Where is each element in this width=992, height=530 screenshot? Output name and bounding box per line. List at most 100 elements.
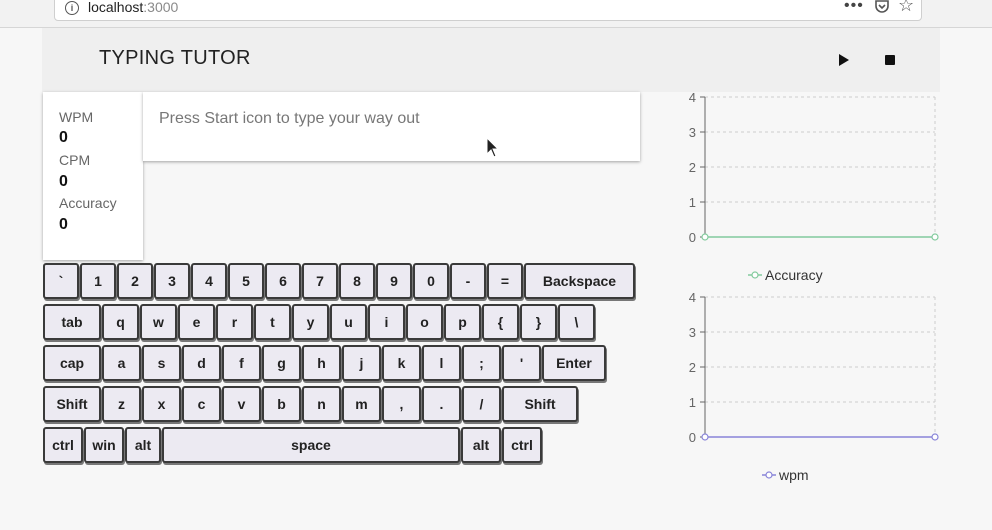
y-tick-label: 3 <box>689 325 696 340</box>
key-n[interactable]: n <box>302 386 341 422</box>
key-1[interactable]: 1 <box>80 263 116 299</box>
wpm-chart-svg: 0 1 2 3 4 wpm <box>689 290 939 483</box>
key-sym0-11[interactable]: - <box>450 263 486 299</box>
key-x[interactable]: x <box>142 386 181 422</box>
key-p[interactable]: p <box>444 304 481 340</box>
wpm-label: WPM <box>59 109 94 125</box>
data-point <box>701 433 709 441</box>
y-tick-label: 2 <box>689 360 696 375</box>
key-8[interactable]: 8 <box>339 263 375 299</box>
key-m[interactable]: m <box>342 386 381 422</box>
star-icon[interactable]: ☆ <box>898 0 914 16</box>
key-g[interactable]: g <box>262 345 301 381</box>
cpm-label: CPM <box>59 152 91 168</box>
key-sym3-8[interactable]: , <box>382 386 421 422</box>
app-header: TYPING TUTOR <box>42 28 940 92</box>
key-sym0-12[interactable]: = <box>487 263 523 299</box>
y-tick-label: 3 <box>689 125 696 140</box>
key-v[interactable]: v <box>222 386 261 422</box>
key-sym3-10[interactable]: / <box>462 386 501 422</box>
key-sym1-13[interactable]: \ <box>558 304 595 340</box>
accuracy-chart: 0 1 2 3 4 Accuracy <box>666 90 946 292</box>
key-w[interactable]: w <box>140 304 177 340</box>
wpm-chart: 0 1 2 3 4 wpm <box>666 290 946 492</box>
info-icon[interactable]: i <box>65 1 79 15</box>
key-sym2-11[interactable]: ' <box>502 345 541 381</box>
key-a[interactable]: a <box>102 345 141 381</box>
legend-marker-dot <box>751 271 759 279</box>
typing-area[interactable]: Press Start icon to type your way out <box>143 92 640 161</box>
key-ctrl[interactable]: ctrl <box>43 427 83 463</box>
y-tick-label: 2 <box>689 160 696 175</box>
stop-icon <box>885 55 895 65</box>
key-space[interactable]: space <box>162 427 460 463</box>
key-j[interactable]: j <box>342 345 381 381</box>
key-win[interactable]: win <box>84 427 124 463</box>
start-button[interactable] <box>833 50 853 70</box>
key-2[interactable]: 2 <box>117 263 153 299</box>
key-e[interactable]: e <box>178 304 215 340</box>
key-k[interactable]: k <box>382 345 421 381</box>
url-port: :3000 <box>143 0 179 15</box>
url-text[interactable]: localhost:3000 <box>88 0 178 15</box>
key-sym0-0[interactable]: ` <box>43 263 79 299</box>
accuracy-value: 0 <box>59 216 68 233</box>
key-l[interactable]: l <box>422 345 461 381</box>
key-4[interactable]: 4 <box>191 263 227 299</box>
stats-panel: WPM 0 CPM 0 Accuracy 0 <box>43 92 143 260</box>
prompt-text: Press Start icon to type your way out <box>159 110 420 127</box>
key-z[interactable]: z <box>102 386 141 422</box>
key-5[interactable]: 5 <box>228 263 264 299</box>
y-tick-label: 1 <box>689 395 696 410</box>
stop-button[interactable] <box>880 50 900 70</box>
key-shift[interactable]: Shift <box>502 386 578 422</box>
y-tick-label: 0 <box>689 430 696 445</box>
key-9[interactable]: 9 <box>376 263 412 299</box>
key-q[interactable]: q <box>102 304 139 340</box>
key-shift[interactable]: Shift <box>43 386 101 422</box>
key-u[interactable]: u <box>330 304 367 340</box>
key-y[interactable]: y <box>292 304 329 340</box>
key-tab[interactable]: tab <box>43 304 101 340</box>
key-t[interactable]: t <box>254 304 291 340</box>
key-f[interactable]: f <box>222 345 261 381</box>
key-o[interactable]: o <box>406 304 443 340</box>
key-3[interactable]: 3 <box>154 263 190 299</box>
accuracy-label: Accuracy <box>59 195 117 211</box>
key-backspace[interactable]: Backspace <box>524 263 635 299</box>
url-bar[interactable]: i localhost:3000 ••• ☆ <box>54 0 922 21</box>
play-icon <box>839 54 849 66</box>
ellipsis-icon[interactable]: ••• <box>844 0 864 15</box>
data-point <box>931 233 939 241</box>
pocket-icon[interactable] <box>874 0 890 19</box>
key-0[interactable]: 0 <box>413 263 449 299</box>
key-7[interactable]: 7 <box>302 263 338 299</box>
key-c[interactable]: c <box>182 386 221 422</box>
mouse-cursor-icon <box>486 137 500 158</box>
key-i[interactable]: i <box>368 304 405 340</box>
key-sym2-10[interactable]: ; <box>462 345 501 381</box>
key-h[interactable]: h <box>302 345 341 381</box>
key-sym1-12[interactable]: } <box>520 304 557 340</box>
key-r[interactable]: r <box>216 304 253 340</box>
key-6[interactable]: 6 <box>265 263 301 299</box>
y-tick-label: 4 <box>689 290 696 305</box>
key-b[interactable]: b <box>262 386 301 422</box>
key-d[interactable]: d <box>182 345 221 381</box>
key-enter[interactable]: Enter <box>542 345 606 381</box>
key-cap[interactable]: cap <box>43 345 101 381</box>
cpm-value: 0 <box>59 173 68 190</box>
data-point <box>931 433 939 441</box>
key-alt[interactable]: alt <box>125 427 161 463</box>
key-sym1-11[interactable]: { <box>482 304 519 340</box>
key-alt[interactable]: alt <box>461 427 501 463</box>
accuracy-chart-svg: 0 1 2 3 4 Accuracy <box>689 90 939 283</box>
y-tick-label: 1 <box>689 195 696 210</box>
legend-marker-dot <box>765 471 773 479</box>
legend-label: Accuracy <box>765 267 823 283</box>
key-s[interactable]: s <box>142 345 181 381</box>
key-sym3-9[interactable]: . <box>422 386 461 422</box>
key-ctrl[interactable]: ctrl <box>502 427 542 463</box>
legend-label: wpm <box>778 467 809 483</box>
browser-toolbar: i localhost:3000 ••• ☆ <box>0 0 992 28</box>
